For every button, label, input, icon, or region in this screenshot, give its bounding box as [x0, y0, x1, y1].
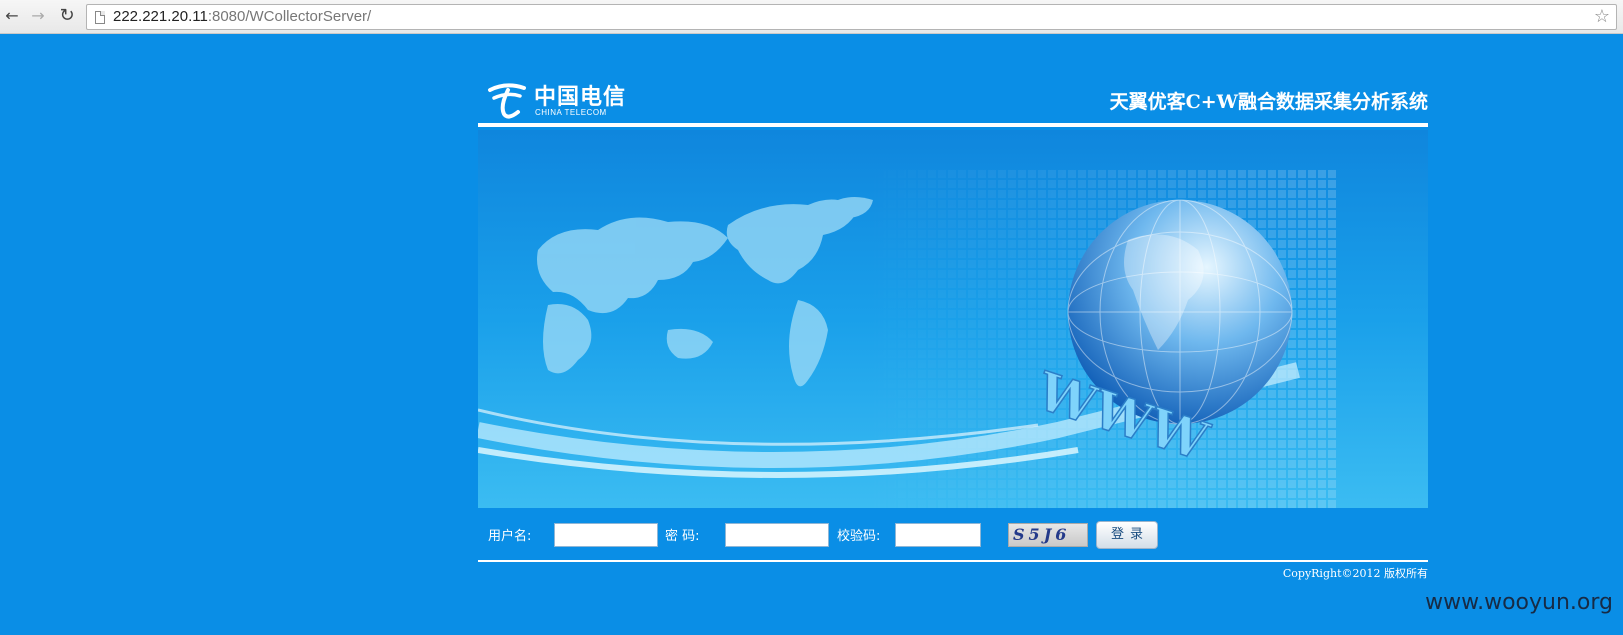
- header-divider: [478, 123, 1428, 127]
- browser-toolbar: ← → ↻ 222.221.20.11:8080/WCollectorServe…: [0, 0, 1623, 34]
- reload-icon[interactable]: ↻: [57, 6, 77, 26]
- password-input[interactable]: [725, 523, 829, 547]
- password-label: 密 码:: [665, 529, 700, 544]
- address-bar[interactable]: 222.221.20.11:8080/WCollectorServer/ ☆: [86, 4, 1617, 30]
- watermark-text: www.wooyun.org: [1425, 590, 1613, 615]
- login-form: 用户名: 密 码: 校验码: S5J6 登录: [478, 508, 1428, 558]
- page-header: 中国电信 CHINA TELECOM 天翼优客C+W融合数据采集分析系统: [478, 70, 1428, 127]
- captcha-label: 校验码:: [837, 529, 881, 544]
- logo-chinese-text: 中国电信: [534, 84, 627, 110]
- captcha-image[interactable]: S5J6: [1008, 523, 1088, 547]
- username-input[interactable]: [554, 523, 658, 547]
- forward-arrow-icon[interactable]: →: [28, 6, 48, 26]
- login-panel: 中国电信 CHINA TELECOM 天翼优客C+W融合数据采集分析系统 WWW…: [478, 70, 1428, 585]
- url-host: 222.221.20.11: [113, 8, 208, 25]
- china-telecom-logo-icon: [488, 83, 526, 119]
- page-icon: [95, 11, 105, 24]
- url-path: :8080/WCollectorServer/: [207, 8, 372, 25]
- system-title: 天翼优客C+W融合数据采集分析系统: [1109, 91, 1428, 113]
- bookmark-star-icon[interactable]: ☆: [1594, 6, 1610, 27]
- captcha-input[interactable]: [895, 523, 981, 547]
- copyright-text: CopyRight©2012 版权所有: [1282, 567, 1428, 580]
- back-arrow-icon[interactable]: ←: [2, 6, 22, 26]
- logo-english-text: CHINA TELECOM: [535, 108, 607, 117]
- banner-illustration: WWW: [478, 170, 1338, 508]
- footer-divider: [478, 560, 1428, 562]
- url-text[interactable]: 222.221.20.11:8080/WCollectorServer/: [113, 8, 371, 25]
- banner-image: WWW: [478, 130, 1428, 508]
- username-label: 用户名:: [488, 529, 532, 544]
- login-button[interactable]: 登录: [1096, 521, 1158, 549]
- world-map: [537, 196, 873, 387]
